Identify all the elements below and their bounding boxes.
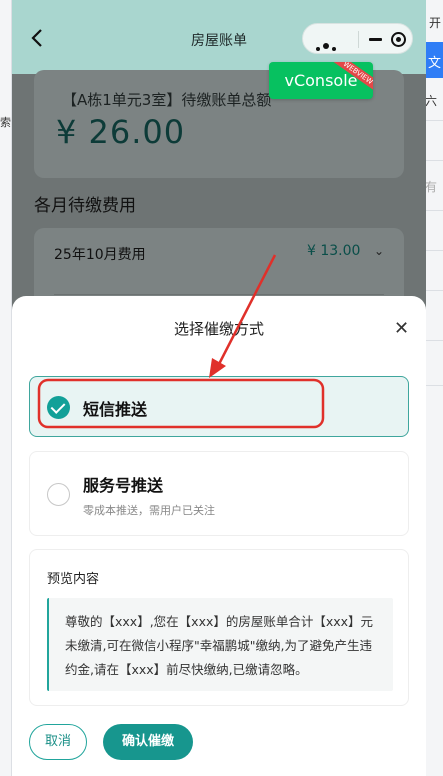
reminder-method-sheet: 选择催缴方式 ✕ 短信推送 服务号推送 零成本推送，需用户已关注 预览内容 尊敬… [12,296,426,776]
radio-unchecked-icon[interactable] [47,483,70,506]
background-left-text: 索 [0,116,11,129]
capsule-divider [358,31,359,48]
check-circle-icon[interactable] [47,396,70,419]
preview-text: 尊敬的【xxx】,您在【xxx】的房屋账单合计【xxx】元未缴清,可在微信小程序… [47,598,393,691]
chevron-down-icon[interactable]: ⌄ [374,244,384,258]
option-service-account-push[interactable]: 服务号推送 零成本推送，需用户已关注 [29,451,409,536]
summary-amount: ¥ 26.00 [56,113,186,151]
option-label: 服务号推送 [83,476,164,495]
background-blue-text: 文 [428,56,442,71]
preview-card: 预览内容 尊敬的【xxx】,您在【xxx】的房屋账单合计【xxx】元未缴清,可在… [29,549,409,706]
sheet-title: 选择催缴方式 [173,320,264,338]
vconsole-label: vConsole [284,71,358,90]
section-title: 各月待缴费用 [34,196,136,216]
option-description: 零成本推送，需用户已关注 [83,504,215,517]
close-icon[interactable]: ✕ [394,318,409,339]
cancel-button[interactable]: 取消 [29,724,87,760]
option-sms-push[interactable]: 短信推送 [29,376,409,437]
background-side-text-faded: 有 [425,180,438,194]
preview-title: 预览内容 [47,572,100,587]
close-miniprogram-icon[interactable] [391,32,406,47]
option-label: 短信推送 [83,400,148,419]
summary-label: 【A栋1单元3室】待缴账单总额 [62,91,272,109]
background-top-text: 开 [429,16,442,30]
minimize-icon[interactable] [369,38,382,41]
phone-screen: 房屋账单 【A栋1单元3室】待缴账单总额 ¥ 26.00 vConsole WE… [12,0,426,776]
background-side-text: 六 [425,94,438,108]
confirm-reminder-button[interactable]: 确认催缴 [103,724,193,760]
month-amount: ¥ 13.00 [307,243,361,259]
background-left-strip: 索 [0,0,12,776]
month-label: 25年10月费用 [54,247,146,263]
mini-program-capsule [302,23,413,54]
more-icon[interactable] [316,36,339,55]
divider [54,294,384,295]
vconsole-button[interactable]: vConsole WEBVIEW [269,62,373,99]
